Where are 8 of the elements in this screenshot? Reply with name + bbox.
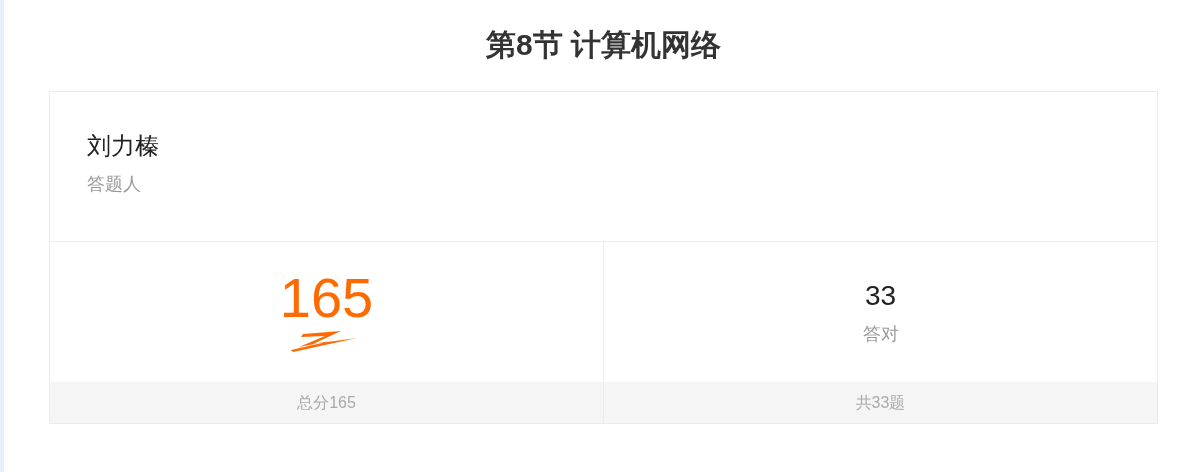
respondent-label: 答题人 [87,173,142,196]
respondent-name: 刘力榛 [87,131,160,161]
score-value: 165 [279,270,374,326]
page-title: 第8节 计算机网络 [485,27,722,63]
stat-footer: 总分165 [50,382,603,423]
stat-footer: 共33题 [604,382,1157,423]
count-label: 答对 [862,323,899,346]
count-value: 33 [864,280,897,312]
